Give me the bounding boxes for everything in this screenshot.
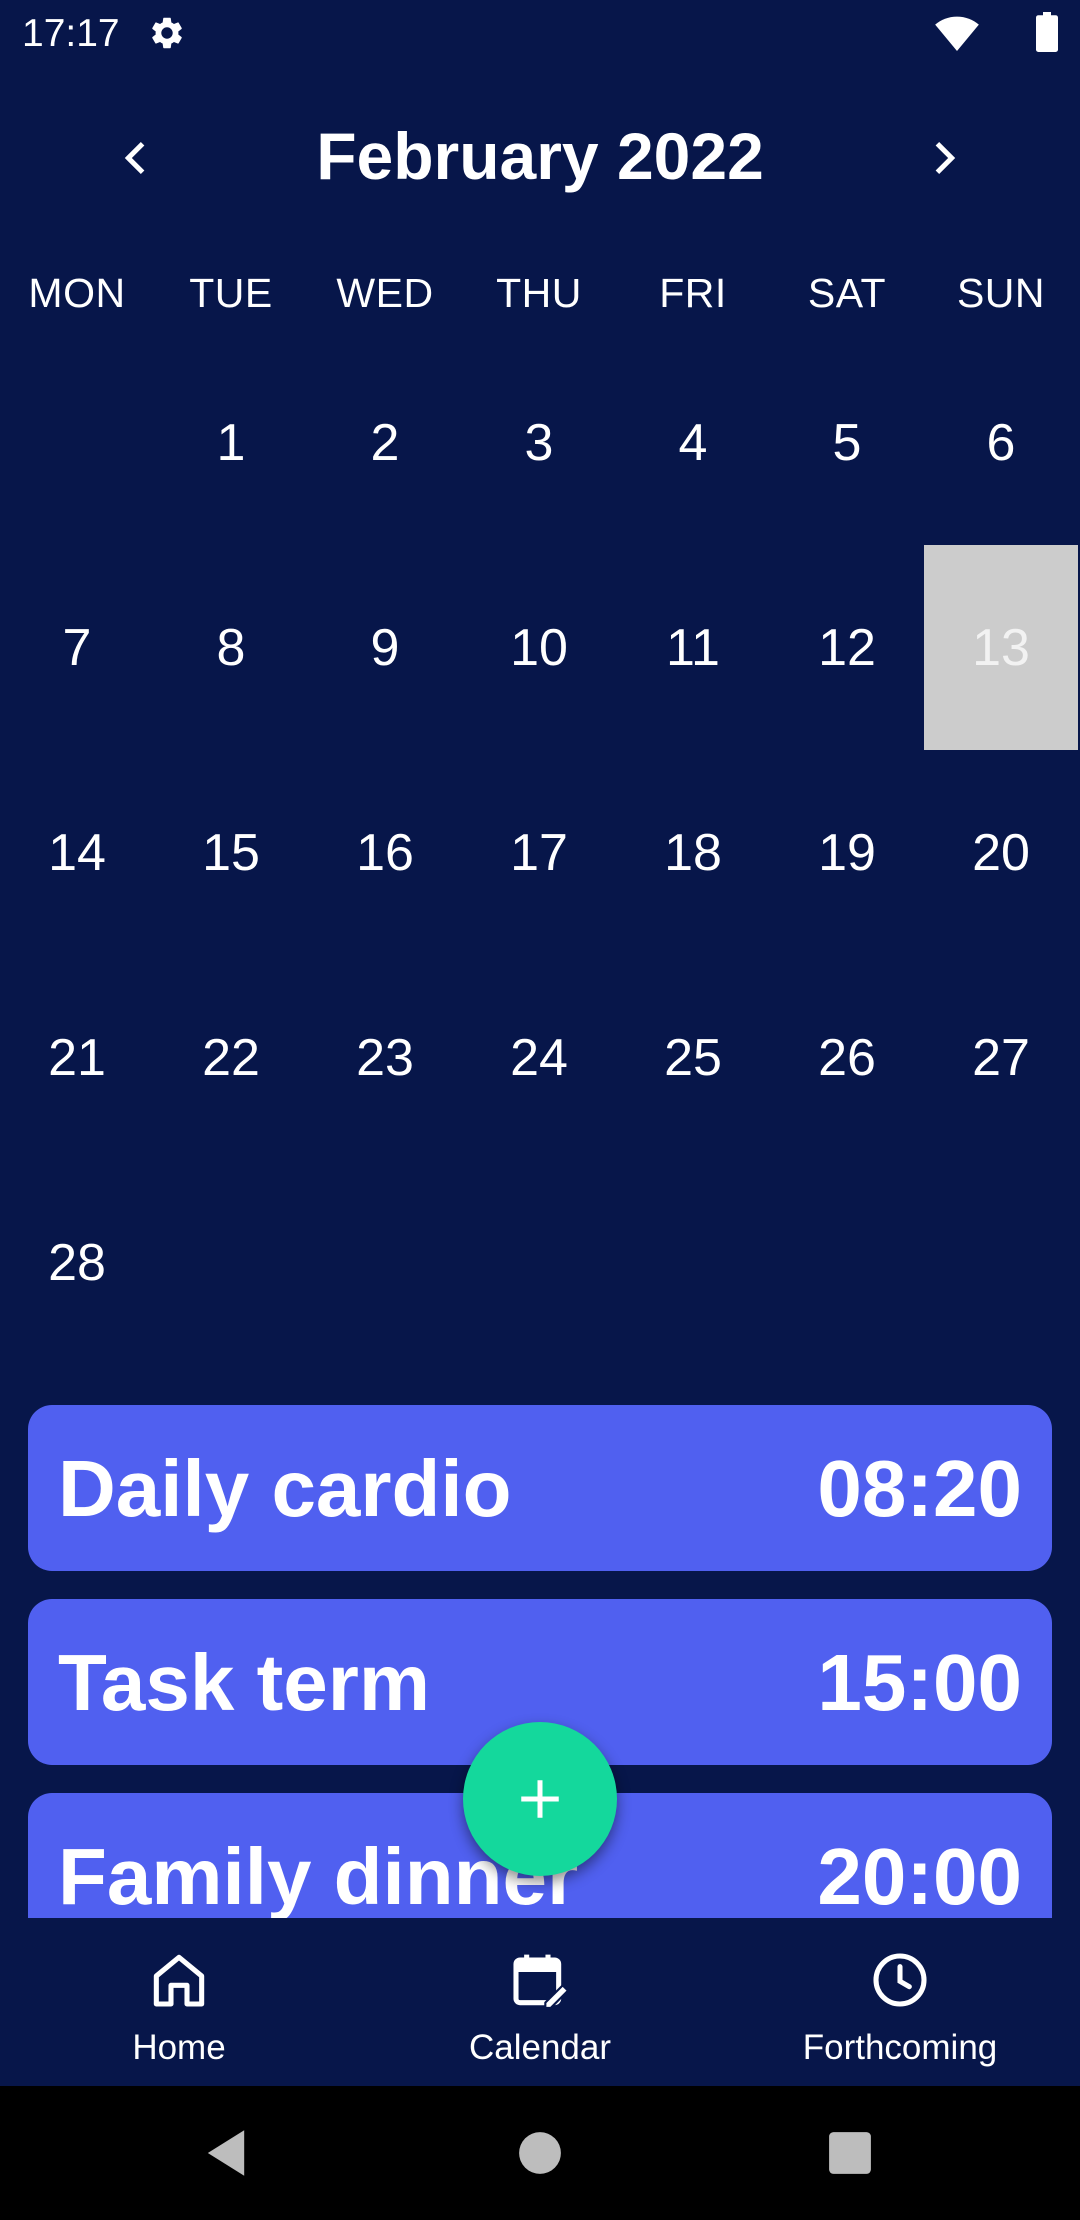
nav-item-forthcoming[interactable]: Forthcoming [750, 1938, 1050, 2078]
app-screen: 17:17 February 2022 MON TUE WED THU FRI … [0, 0, 1080, 2220]
home-circle-icon [519, 2132, 561, 2174]
clock-icon [873, 1953, 927, 2007]
day-cell[interactable]: 9 [308, 545, 462, 750]
day-cell[interactable]: 27 [924, 955, 1078, 1160]
weekday-sun: SUN [956, 270, 1046, 316]
weekday-wed: WED [336, 270, 434, 316]
gear-icon [152, 17, 182, 49]
wifi-icon [935, 16, 979, 52]
bottom-navigation: Home Calendar Forthcoming [0, 1918, 1080, 2086]
day-cell[interactable]: 17 [462, 750, 616, 955]
nav-item-calendar[interactable]: Calendar [390, 1938, 690, 2078]
day-cell[interactable]: 12 [770, 545, 924, 750]
day-cell[interactable]: 25 [616, 955, 770, 1160]
chevron-right-icon [935, 141, 956, 175]
day-cell[interactable]: 26 [770, 955, 924, 1160]
day-cell[interactable]: 6 [924, 340, 1078, 545]
weekday-thu: THU [496, 270, 582, 316]
day-cell[interactable]: 20 [924, 750, 1078, 955]
calendar-edit-icon [513, 1954, 570, 2010]
day-cell[interactable]: 10 [462, 545, 616, 750]
event-card[interactable]: Daily cardio 08:20 [28, 1405, 1052, 1571]
day-cell[interactable]: 4 [616, 340, 770, 545]
weekday-tue: TUE [189, 270, 273, 316]
day-cell[interactable]: 14 [0, 750, 154, 955]
day-cell[interactable]: 21 [0, 955, 154, 1160]
day-cell[interactable]: 2 [308, 340, 462, 545]
day-cell[interactable]: 15 [154, 750, 308, 955]
nav-label-forthcoming: Forthcoming [802, 2028, 998, 2067]
day-cell[interactable]: 8 [154, 545, 308, 750]
battery-icon [1036, 12, 1058, 52]
system-navigation-bar [0, 2086, 1080, 2220]
day-cell[interactable]: 1 [154, 340, 308, 545]
weekday-sat: SAT [807, 270, 887, 316]
recents-icon [829, 2132, 871, 2174]
nav-label-home: Home [132, 2028, 226, 2067]
selected-day-cell[interactable]: 13 [924, 545, 1078, 750]
event-title: Task term [58, 1638, 431, 1727]
next-month-button[interactable] [915, 128, 975, 188]
day-cell[interactable]: 22 [154, 955, 308, 1160]
day-cell[interactable]: 23 [308, 955, 462, 1160]
add-event-button[interactable] [463, 1722, 617, 1876]
system-home-button[interactable] [510, 2123, 570, 2183]
day-cell[interactable]: 3 [462, 340, 616, 545]
event-time: 08:20 [817, 1444, 1022, 1533]
event-time: 20:00 [817, 1832, 1022, 1918]
day-cell[interactable]: 24 [462, 955, 616, 1160]
weekday-mon: MON [28, 270, 126, 316]
weekday-header-row: MON TUE WED THU FRI SAT SUN [0, 270, 1080, 330]
nav-label-calendar: Calendar [468, 2028, 612, 2067]
day-cell[interactable]: 16 [308, 750, 462, 955]
day-cell[interactable]: 18 [616, 750, 770, 955]
event-title: Daily cardio [58, 1444, 512, 1533]
month-header: February 2022 [0, 110, 1080, 202]
home-icon [153, 1954, 205, 2007]
day-cell[interactable]: 11 [616, 545, 770, 750]
day-cell[interactable]: 19 [770, 750, 924, 955]
system-recents-button[interactable] [820, 2123, 880, 2183]
event-time: 15:00 [817, 1638, 1022, 1727]
status-bar: 17:17 [0, 0, 1080, 66]
day-cell[interactable]: 5 [770, 340, 924, 545]
status-time: 17:17 [22, 12, 120, 55]
day-cell[interactable]: 7 [0, 545, 154, 750]
weekday-fri: FRI [659, 270, 727, 316]
calendar-day-grid: 1 2 3 4 5 6 7 8 9 10 11 12 13 14 15 16 1… [0, 340, 1080, 1370]
system-back-button[interactable] [196, 2123, 256, 2183]
plus-icon [521, 1780, 559, 1818]
day-cell[interactable]: 28 [0, 1160, 154, 1365]
back-icon [207, 2130, 245, 2176]
nav-item-home[interactable]: Home [29, 1938, 329, 2078]
